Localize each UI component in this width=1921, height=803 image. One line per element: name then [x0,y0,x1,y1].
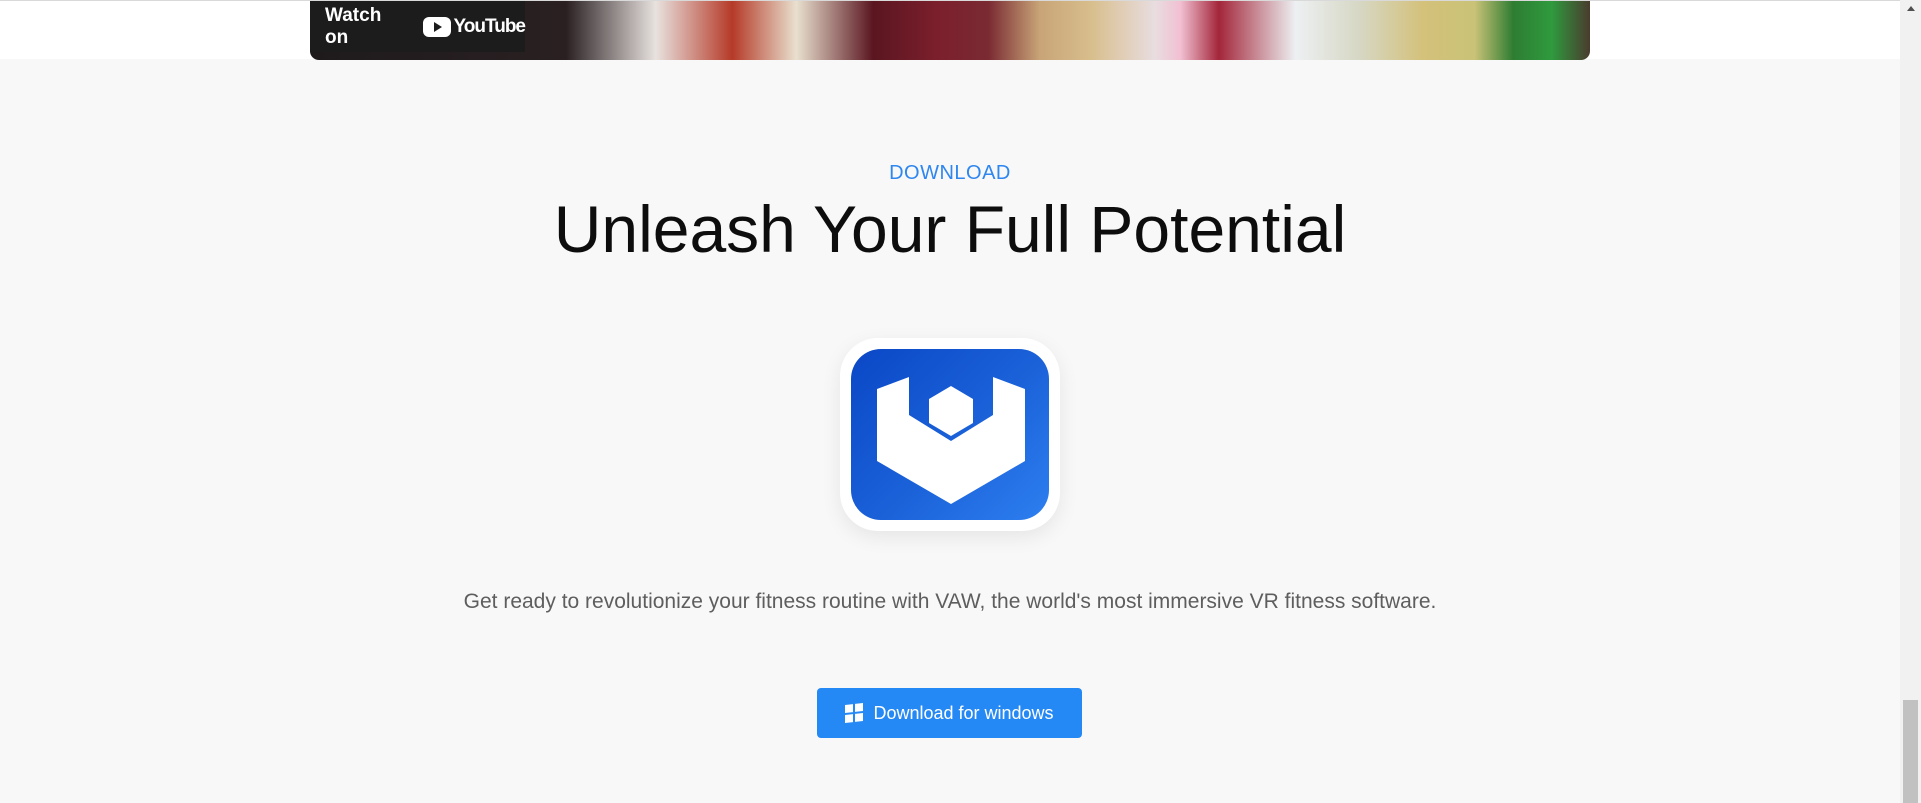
youtube-logo: YouTube [422,15,526,38]
watch-on-label: Watch on [325,4,382,48]
watch-on-youtube-link[interactable]: Watch on YouTube [310,1,526,52]
vaw-logo-graphic [877,377,1025,504]
scroll-up-arrow-icon[interactable] [1900,0,1921,17]
video-section: Watch on YouTube [0,0,1900,60]
scrollbar-thumb[interactable] [1903,700,1918,803]
page-scrollbar[interactable] [1900,0,1921,803]
download-section: DOWNLOAD Unleash Your Full Potential Get… [0,59,1900,803]
windows-icon [845,703,864,723]
page: Watch on YouTube DOWNLOAD Unleash Your F… [0,0,1921,803]
download-button-label: Download for windows [873,702,1054,723]
youtube-wordmark: YouTube [453,15,526,37]
youtube-video-embed[interactable]: Watch on YouTube [310,1,1590,60]
section-description: Get ready to revolutionize your fitness … [463,590,1437,613]
app-icon-frame [840,338,1060,531]
download-for-windows-button[interactable]: Download for windows [817,688,1082,738]
section-headline: Unleash Your Full Potential [553,192,1347,266]
vaw-logo-icon [851,349,1049,520]
youtube-play-icon [422,16,451,37]
section-eyebrow: DOWNLOAD [889,162,1011,184]
